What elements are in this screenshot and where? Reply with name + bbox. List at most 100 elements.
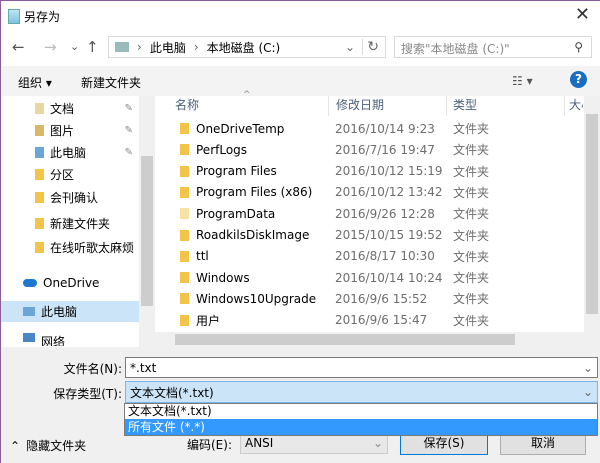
sidebar-item-documents[interactable]: 文档 ✎	[1, 98, 139, 119]
file-scroll-thumb[interactable]	[586, 114, 598, 314]
file-row[interactable]: RoadkilsDiskImage 2015/10/15 19:52 文件夹	[170, 225, 585, 246]
column-divider[interactable]	[446, 96, 447, 116]
breadcrumb-separator: ›	[193, 40, 199, 54]
sidebar-item-label: 会刊确认	[50, 191, 99, 205]
sidebar-item-label: 图片	[50, 124, 75, 138]
folder-icon	[180, 272, 189, 284]
refresh-button[interactable]: ↻	[362, 39, 379, 55]
file-name: RoadkilsDiskImage	[196, 228, 310, 242]
folder-icon	[35, 169, 44, 180]
dropdown-option-txt[interactable]: 文本文档(*.txt)	[125, 404, 597, 419]
sidebar-scrollbar[interactable]	[139, 96, 155, 347]
sidebar-item-label: 此电脑	[50, 146, 87, 160]
file-type: 文件夹	[453, 271, 490, 286]
sidebar-item-label: 新建文件夹	[50, 217, 111, 231]
pin-icon: ✎	[124, 147, 133, 158]
sidebar-item-huikan[interactable]: 会刊确认	[1, 187, 139, 208]
file-name: Program Files	[196, 164, 277, 179]
filename-input[interactable]: *.txt ⌄	[125, 357, 598, 378]
breadcrumb-local-disk[interactable]: 本地磁盘 (C:)	[207, 39, 281, 56]
sidebar-item-new-folder[interactable]: 新建文件夹	[1, 213, 139, 234]
file-date: 2016/7/16 19:47	[335, 142, 435, 157]
file-type: 文件夹	[453, 143, 490, 158]
address-bar[interactable]: › 此电脑 › 本地磁盘 (C:) ⌄ ↻	[108, 36, 386, 58]
file-name-cell: ProgramData	[170, 207, 335, 221]
file-name: 用户	[196, 313, 221, 328]
back-button[interactable]: ←	[12, 38, 25, 56]
computer-icon	[23, 307, 35, 316]
file-date: 2016/9/6 15:47	[335, 313, 428, 328]
folder-icon	[180, 123, 189, 134]
file-row[interactable]: Windows10Upgrade 2016/9/6 15:52 文件夹	[170, 288, 585, 309]
folder-icon	[180, 293, 189, 305]
hide-folders-label: 隐藏文件夹	[26, 439, 87, 453]
chevron-down-icon[interactable]: ⌄	[373, 436, 383, 450]
chevron-up-icon: ⌃	[10, 439, 21, 453]
file-row[interactable]: PerfLogs 2016/7/16 19:47 文件夹	[170, 139, 585, 160]
dropdown-option-all-files[interactable]: 所有文件 (*.*)	[125, 419, 597, 435]
file-list-scrollbar[interactable]	[584, 96, 600, 332]
file-date: 2016/10/12 15:19	[335, 164, 443, 179]
column-header-size[interactable]: 大小	[569, 96, 583, 116]
computer-icon	[35, 147, 44, 158]
recent-locations-button[interactable]: ⌄	[70, 40, 79, 53]
file-name-cell: PerfLogs	[170, 143, 335, 157]
chevron-down-icon[interactable]: ⌄	[583, 361, 593, 375]
sidebar-item-partition[interactable]: 分区	[1, 164, 139, 185]
help-icon[interactable]: ?	[570, 71, 587, 88]
cloud-icon	[23, 278, 37, 287]
horizontal-scrollbar[interactable]	[155, 332, 600, 347]
column-header-name[interactable]: 名称	[175, 96, 199, 116]
close-button[interactable]: ✕	[575, 4, 590, 25]
horizontal-scroll-thumb[interactable]	[175, 334, 515, 345]
file-row[interactable]: OneDriveTemp 2016/10/14 9:23 文件夹	[170, 118, 585, 139]
sidebar-item-network[interactable]: 网络	[1, 333, 139, 346]
column-divider[interactable]	[328, 96, 329, 116]
file-date: 2016/10/14 10:24	[335, 270, 443, 285]
file-name-cell: RoadkilsDiskImage	[170, 228, 335, 242]
hide-folders-button[interactable]: ⌃ 隐藏文件夹	[10, 437, 86, 454]
file-row[interactable]: Program Files (x86) 2016/10/12 13:42 文件夹	[170, 182, 585, 203]
network-icon	[23, 333, 35, 342]
sidebar-item-this-pc[interactable]: 此电脑	[1, 301, 139, 322]
title-bar: 另存为	[8, 8, 60, 25]
file-type: 文件夹	[453, 207, 490, 222]
organize-button[interactable]: 组织 ▾	[18, 74, 52, 91]
file-name-cell: 用户	[170, 312, 335, 329]
navigation-pane: 文档 ✎ 图片 ✎ 此电脑 ✎ 分区 会刊确认 新建文件夹 在线听歌太麻烦 OneDr…	[1, 96, 139, 346]
file-row[interactable]: ProgramData 2016/9/26 12:28 文件夹	[170, 203, 585, 224]
sidebar-scroll-thumb[interactable]	[141, 156, 153, 306]
sidebar-item-this-pc-pinned[interactable]: 此电脑 ✎	[1, 142, 139, 163]
search-placeholder: 搜索"本地磁盘 (C:)"	[401, 42, 510, 56]
sidebar-item-pictures[interactable]: 图片 ✎	[1, 120, 139, 141]
notepad-icon	[8, 9, 20, 24]
file-row[interactable]: 用户 2016/9/6 15:47 文件夹	[170, 310, 585, 331]
search-input[interactable]: 搜索"本地磁盘 (C:)" ⚲	[394, 36, 592, 58]
address-dropdown-button[interactable]: ⌄	[345, 40, 355, 54]
forward-button[interactable]: →	[44, 38, 57, 56]
folder-icon	[35, 218, 44, 229]
sidebar-item-onedrive[interactable]: OneDrive	[1, 272, 139, 293]
view-options-button[interactable]: ☷ ▾	[512, 74, 533, 88]
breadcrumb-this-pc[interactable]: 此电脑	[150, 39, 186, 56]
column-header-date[interactable]: 修改日期	[336, 96, 384, 116]
folder-icon	[35, 192, 44, 203]
new-folder-button[interactable]: 新建文件夹	[81, 74, 141, 91]
file-row[interactable]: ttl 2016/8/17 10:30 文件夹	[170, 246, 585, 267]
file-row[interactable]: Windows 2016/10/14 10:24 文件夹	[170, 267, 585, 288]
search-icon[interactable]: ⚲	[574, 40, 583, 54]
file-name-cell: Windows10Upgrade	[170, 292, 335, 306]
file-name: OneDriveTemp	[196, 121, 285, 136]
sidebar-item-music[interactable]: 在线听歌太麻烦	[1, 237, 139, 258]
folder-icon	[180, 186, 189, 198]
save-type-select[interactable]: 文本文档(*.txt) ⌄	[125, 381, 598, 403]
up-button[interactable]: ↑	[86, 38, 99, 56]
file-row[interactable]: Program Files 2016/10/12 15:19 文件夹	[170, 161, 585, 182]
column-divider[interactable]	[564, 96, 565, 116]
sidebar-item-label: 网络	[41, 335, 66, 346]
file-type: 文件夹	[453, 249, 490, 264]
encoding-label: 编码(E):	[187, 438, 232, 452]
column-header-type[interactable]: 类型	[453, 96, 477, 116]
sidebar-item-label: 分区	[50, 168, 75, 182]
chevron-down-icon[interactable]: ⌄	[583, 385, 593, 399]
